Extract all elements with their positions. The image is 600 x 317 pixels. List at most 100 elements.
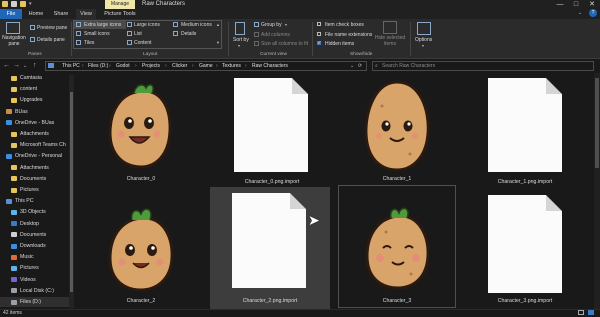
nav-item-attachments[interactable]: Attachments [0,129,70,139]
layout-details[interactable]: Details [181,31,196,37]
add-columns-button[interactable]: Add columns [261,32,290,38]
nav-item-pictures[interactable]: Pictures [0,185,70,195]
manage-tool-tab[interactable]: Manage [105,0,135,9]
file-item-character-3[interactable] [338,185,456,308]
file-name[interactable]: Character_0.png.import [226,179,318,185]
nav-item-this-pc[interactable]: This PC [0,196,70,206]
address-history-icon[interactable]: ⌄ [350,61,354,71]
layout-small-icons[interactable]: Small icons [84,31,110,37]
tab-picture-tools[interactable]: Picture Tools [101,9,139,19]
file-item-character-2-import[interactable] [210,187,330,309]
new-folder-icon[interactable] [20,1,26,7]
nav-item-local-disk-c[interactable]: Local Disk (C:) [0,286,70,296]
large-icons-view-icon[interactable] [588,310,594,315]
nav-item-onedrive-buas[interactable]: OneDrive - BUas [0,118,70,128]
nav-item-onedrive-personal[interactable]: OneDrive - Personal [0,151,70,161]
file-name[interactable]: Character_2 [96,298,186,304]
breadcrumb-files-d[interactable]: Files (D:) [88,61,108,71]
nav-item-files-d[interactable]: Files (D:) [0,297,70,307]
breadcrumb-this-pc[interactable]: This PC [62,61,80,71]
nav-item-music[interactable]: Music [0,252,70,262]
file-item-character-1[interactable] [352,76,442,176]
potato-character-icon [365,207,430,290]
nav-item-documents[interactable]: Documents [0,230,70,240]
maximize-button[interactable]: □ [568,0,584,9]
layout-list[interactable]: List [134,31,142,37]
nav-item-label: Downloads [20,243,46,249]
file-name[interactable]: Character_3.png.import [480,298,570,304]
details-view-icon[interactable] [578,310,584,315]
breadcrumb-godot[interactable]: Godot [116,61,130,71]
nav-item-label: Documents [20,175,47,182]
file-item-character-3-import[interactable] [480,195,570,295]
properties-icon[interactable] [11,1,17,7]
nav-item-upgrades[interactable]: Upgrades [0,95,70,105]
file-item-character-1-import[interactable] [480,78,570,176]
item-count: 42 items [3,310,22,316]
nav-item-desktop[interactable]: Desktop [0,219,70,229]
refresh-icon[interactable]: ⟳ [358,61,362,71]
nav-item-microsoft-teams-ch[interactable]: Microsoft Teams Ch [0,140,70,150]
breadcrumb-textures[interactable]: Textures [222,61,241,71]
tab-home[interactable]: Home [26,9,46,19]
nav-item-label: Microsoft Teams Ch [20,142,66,149]
file-name[interactable]: Character_3 [338,298,456,304]
expand-gallery-icon[interactable]: ▼ [216,40,220,45]
content-scrollbar-thumb[interactable] [595,78,599,168]
tab-file[interactable]: File [0,9,22,19]
recent-locations-icon[interactable]: ⌄ [23,60,27,72]
layout-tiles[interactable]: Tiles [84,40,94,46]
nav-item-camtasia[interactable]: Camtasia [0,73,70,83]
preview-pane-button[interactable]: Preview pane [37,25,67,31]
file-name-extensions-checkbox[interactable] [317,32,321,36]
file-item-character-2[interactable] [96,200,186,295]
nav-item-label: Files (D:) [20,299,42,305]
file-name[interactable]: Character_1.png.import [480,179,570,185]
size-columns-icon [254,41,259,46]
nav-item-3d-objects[interactable]: 3D Objects [0,207,70,217]
size-all-columns-button[interactable]: Size all columns to fit [261,41,308,47]
file-name[interactable]: Character_2.png.import [210,298,330,304]
up-arrow-icon[interactable]: ↑ [33,60,37,72]
layout-large-icons[interactable]: Large icons [134,22,160,28]
qat-dropdown-icon[interactable]: ▾ [29,0,32,9]
nav-item-attachments[interactable]: Attachments [0,163,70,173]
breadcrumb-raw-characters[interactable]: Raw Characters [252,61,288,71]
layout-medium-icons[interactable]: Medium icons [181,22,212,28]
item-check-boxes-checkbox[interactable] [317,22,321,26]
nav-item-pictures[interactable]: Pictures [0,263,70,273]
navigation-pane-button[interactable]: Navigation pane [1,35,27,47]
file-name[interactable]: Character_1 [352,176,442,182]
layout-extra-large-icons[interactable]: Extra large icons [84,22,121,28]
file-item-character-0[interactable] [96,79,186,174]
close-button[interactable]: ✕ [584,0,600,9]
nav-item-videos[interactable]: Videos [0,275,70,285]
forward-arrow-icon[interactable]: → [13,60,20,72]
back-arrow-icon[interactable]: ← [3,60,10,72]
group-by-button[interactable]: Group by [261,22,282,28]
nav-scrollbar-thumb[interactable] [70,92,73,292]
breadcrumb-clicker[interactable]: Clicker [172,61,187,71]
nav-item-buas[interactable]: BUas [0,107,70,117]
tab-view[interactable]: View [76,9,96,19]
tab-share[interactable]: Share [51,9,71,19]
hide-selected-items-icon [383,21,397,34]
minimize-button[interactable]: — [552,0,568,9]
help-icon[interactable]: ? [589,9,597,17]
search-placeholder: Search Raw Characters [382,63,436,69]
page-corner [546,78,562,94]
collapse-ribbon-icon[interactable]: ⌄ [578,10,582,16]
status-bar [0,309,600,317]
hide-selected-items-button[interactable]: Hide selected items [372,35,408,47]
file-item-character-0-import[interactable] [226,78,318,176]
details-pane-button[interactable]: Details pane [37,37,65,43]
sort-by-button[interactable]: Sort by [233,37,249,43]
layout-content[interactable]: Content [134,40,152,46]
breadcrumb-game[interactable]: Game [199,61,213,71]
file-name[interactable]: Character_0 [96,176,186,182]
nav-item-downloads[interactable]: Downloads [0,241,70,251]
nav-item-documents[interactable]: Documents [0,174,70,184]
scroll-up-icon[interactable]: ▲ [216,22,220,27]
breadcrumb-projects[interactable]: Projects [142,61,160,71]
nav-item-content[interactable]: content [0,84,70,94]
